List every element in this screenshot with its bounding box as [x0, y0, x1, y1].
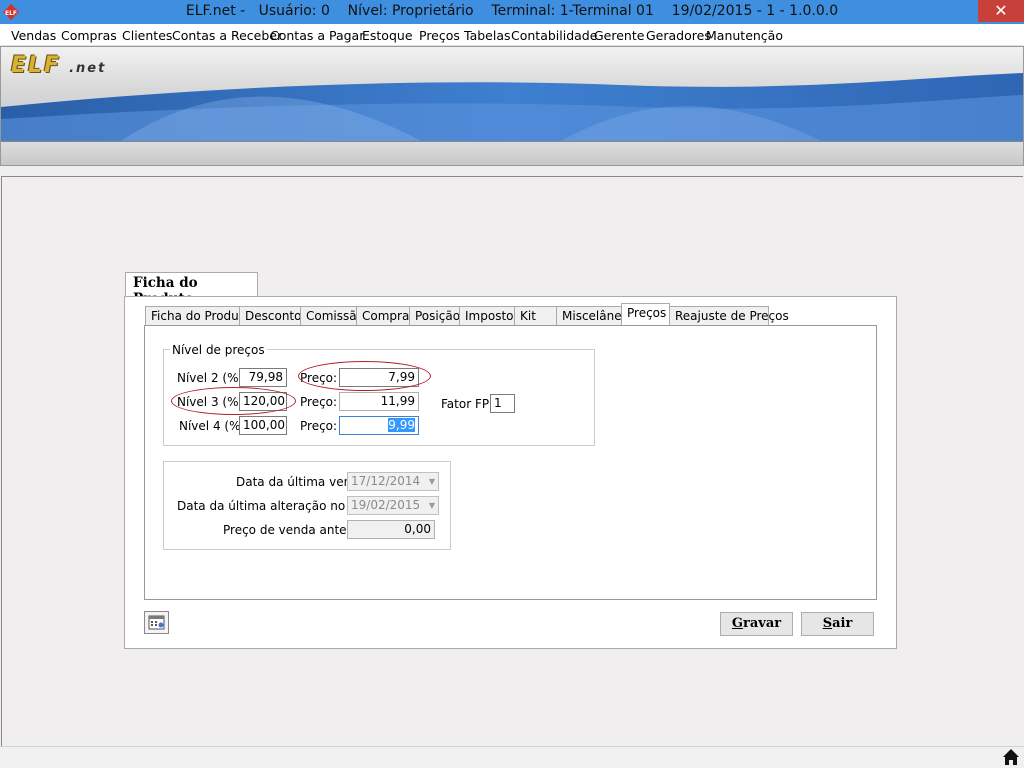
form-title: Ficha do Produto [125, 272, 258, 307]
price-4-selected-text: 9,99 [388, 418, 415, 432]
menu-precos[interactable]: Preços [419, 28, 460, 43]
menu-geradores[interactable]: Geradores [646, 28, 711, 43]
save-button[interactable]: Gravar [720, 612, 793, 636]
menu-estoque[interactable]: Estoque [362, 28, 413, 43]
level-2-label: Nível 2 (%): [177, 371, 248, 385]
fator-fp-input[interactable]: 1 [490, 394, 515, 413]
menu-tabelas[interactable]: Tabelas [464, 28, 511, 43]
last-sale-combo: 17/12/2014 ▼ [347, 472, 439, 491]
price-4-label: Preço: [300, 419, 338, 433]
price-3-input[interactable]: 11,99 [339, 392, 419, 411]
last-change-combo: 19/02/2015 ▼ [347, 496, 439, 515]
tab-posicao[interactable]: Posição [409, 306, 460, 326]
level-2-input[interactable]: 79,98 [239, 368, 287, 387]
menu-contas-pagar[interactable]: Contas a Pagar [270, 28, 364, 43]
menu-contabilidade[interactable]: Contabilidade [511, 28, 597, 43]
menu-bar: Vendas Compras Clientes Contas a Receber… [0, 24, 1024, 46]
form-tools-button[interactable] [144, 611, 169, 634]
exit-button[interactable]: Sair [801, 612, 874, 636]
fator-fp-label: Fator FP: [441, 397, 494, 411]
price-2-label: Preço: [300, 371, 338, 385]
menu-clientes[interactable]: Clientes [122, 28, 172, 43]
menu-contas-receber[interactable]: Contas a Receber [172, 28, 282, 43]
tab-descontos[interactable]: Descontos [239, 306, 308, 326]
elf-logo: ELF .net [11, 53, 107, 78]
price-3-label: Preço: [300, 395, 338, 409]
prev-price-field: 0,00 [347, 520, 435, 539]
chevron-down-icon: ▼ [428, 501, 435, 510]
menu-gerente[interactable]: Gerente [594, 28, 644, 43]
menu-compras[interactable]: Compras [61, 28, 117, 43]
title-bar: ELF ELF.net - Usuário: 0 Nível: Propriet… [0, 0, 1024, 24]
menu-manutencao[interactable]: Manutenção [706, 28, 783, 43]
window-title: ELF.net - Usuário: 0 Nível: Proprietário… [185, 3, 839, 19]
tab-comissao[interactable]: Comissão [300, 306, 364, 326]
level-3-label: Nível 3 (%): [177, 395, 248, 409]
price-2-input[interactable]: 7,99 [339, 368, 419, 387]
price-4-input[interactable]: 9,99 [339, 416, 419, 435]
tab-impostos[interactable]: Impostos [459, 306, 520, 326]
last-sale-value: 17/12/2014 [351, 474, 421, 488]
tab-kit[interactable]: Kit [514, 306, 557, 326]
tab-precos[interactable]: Preços [621, 303, 670, 327]
menu-vendas[interactable]: Vendas [11, 28, 56, 43]
window-calc-icon [148, 615, 165, 630]
banner-graphic [1, 47, 1023, 141]
tab-compras[interactable]: Compras [356, 306, 416, 326]
tab-ficha-do-produto[interactable]: Ficha do Produto [145, 306, 251, 326]
chevron-down-icon: ▼ [428, 477, 435, 486]
banner: ELF .net [0, 46, 1024, 166]
last-change-value: 19/02/2015 [351, 498, 421, 512]
level-3-input[interactable]: 120,00 [239, 392, 287, 411]
banner-strip [1, 141, 1023, 165]
home-icon[interactable] [1002, 748, 1020, 766]
price-level-legend: Nível de preços [170, 343, 267, 357]
level-4-input[interactable]: 100,00 [239, 416, 287, 435]
tab-reajuste-de-precos[interactable]: Reajuste de Preços [669, 306, 789, 326]
tab-miscelaneo[interactable]: Miscelâneo [556, 306, 629, 326]
close-button[interactable]: ✕ [978, 0, 1024, 22]
status-bar [0, 746, 1024, 768]
